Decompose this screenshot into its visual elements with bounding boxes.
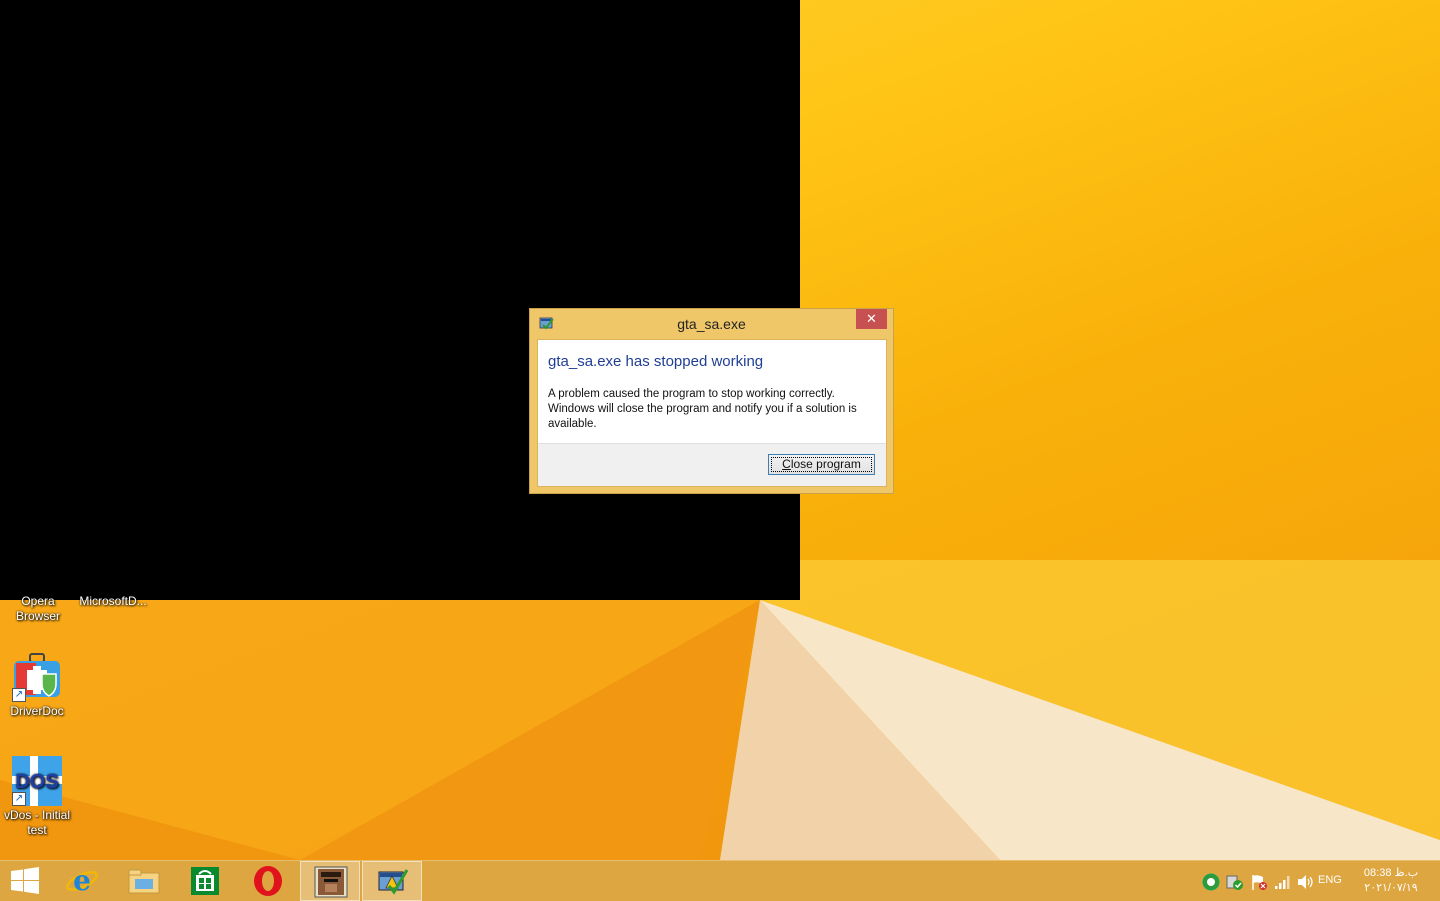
close-program-button[interactable]: Close program bbox=[768, 454, 875, 475]
close-program-accel: C bbox=[782, 457, 791, 471]
dialog-message-line-2: Windows will close the program and notif… bbox=[548, 403, 857, 430]
opera-icon bbox=[254, 866, 282, 896]
sync-icon[interactable] bbox=[1202, 873, 1220, 891]
dialog-message-line-1: A problem caused the program to stop wor… bbox=[548, 388, 835, 400]
input-language[interactable]: ENG bbox=[1318, 874, 1342, 886]
microsoft-label: MicrosoftD... bbox=[79, 594, 147, 608]
clock-date: ۲۰۲۱/۰۷/۱۹ bbox=[1364, 882, 1418, 894]
error-dialog: gta_sa.exe ✕ gta_sa.exe has stopped work… bbox=[529, 308, 894, 494]
taskbar-problem-reporting[interactable] bbox=[362, 861, 422, 901]
gta-sa-icon bbox=[314, 866, 348, 898]
desktop-icon-microsoft[interactable]: MicrosoftD... bbox=[76, 594, 150, 609]
opera-label-2: Browser bbox=[15, 609, 60, 623]
dialog-content: gta_sa.exe has stopped working A problem… bbox=[537, 339, 887, 487]
taskbar-gta-sa[interactable] bbox=[300, 861, 360, 901]
system-tray: ENG 08:38 ب.ظ ۲۰۲۱/۰۷/۱۹ bbox=[1190, 861, 1440, 901]
vdos-icon: DOS ↗ bbox=[12, 756, 62, 806]
vdos-label-1: vDos - Initial bbox=[3, 808, 71, 822]
clock-time: 08:38 ب.ظ bbox=[1363, 867, 1419, 879]
clock[interactable]: 08:38 ب.ظ ۲۰۲۱/۰۷/۱۹ bbox=[1350, 866, 1432, 896]
desktop-icon-driverdoc[interactable]: ↗ DriverDoc bbox=[0, 652, 74, 719]
network-signal-icon[interactable] bbox=[1274, 873, 1292, 891]
svg-text:e: e bbox=[73, 865, 91, 897]
windows-logo-icon bbox=[11, 867, 39, 894]
dialog-title: gta_sa.exe bbox=[677, 316, 746, 332]
opera-label-1: Opera bbox=[21, 594, 55, 608]
svg-text:DOS: DOS bbox=[15, 771, 58, 793]
problem-reporting-icon bbox=[378, 869, 409, 895]
driverdoc-icon: ↗ bbox=[12, 652, 62, 702]
desktop-icon-vdos[interactable]: DOS ↗ vDos - Initial test bbox=[0, 756, 74, 838]
dialog-heading: gta_sa.exe has stopped working bbox=[548, 353, 764, 370]
taskbar-file-explorer[interactable] bbox=[114, 861, 174, 901]
internet-explorer-icon: e bbox=[66, 865, 98, 897]
action-center-flag-icon[interactable] bbox=[1250, 873, 1268, 891]
store-icon bbox=[191, 867, 219, 895]
shortcut-arrow-icon: ↗ bbox=[12, 688, 26, 702]
taskbar-store[interactable] bbox=[176, 861, 236, 901]
folder-icon bbox=[128, 869, 160, 894]
close-button[interactable]: ✕ bbox=[856, 309, 887, 329]
shield-check-icon[interactable] bbox=[1226, 873, 1244, 891]
desktop-icon-opera[interactable]: Opera Browser bbox=[2, 594, 74, 624]
driverdoc-label: DriverDoc bbox=[10, 704, 64, 718]
close-program-label: lose program bbox=[790, 457, 861, 471]
dialog-message: A problem caused the program to stop wor… bbox=[548, 387, 878, 432]
taskbar: e ENG 08:38 ب.ظ ۲۰۲۱/۰۷/۱۹ bbox=[0, 860, 1440, 901]
vdos-label-2: test bbox=[27, 823, 47, 837]
start-button[interactable] bbox=[0, 861, 50, 901]
game-window[interactable] bbox=[0, 0, 800, 600]
close-icon: ✕ bbox=[866, 311, 877, 326]
shortcut-arrow-icon: ↗ bbox=[12, 792, 26, 806]
dialog-footer: Close program bbox=[538, 443, 886, 486]
taskbar-opera[interactable] bbox=[238, 861, 298, 901]
volume-icon[interactable] bbox=[1296, 873, 1314, 891]
dialog-titlebar[interactable]: gta_sa.exe ✕ bbox=[530, 309, 893, 339]
taskbar-internet-explorer[interactable]: e bbox=[52, 861, 112, 901]
